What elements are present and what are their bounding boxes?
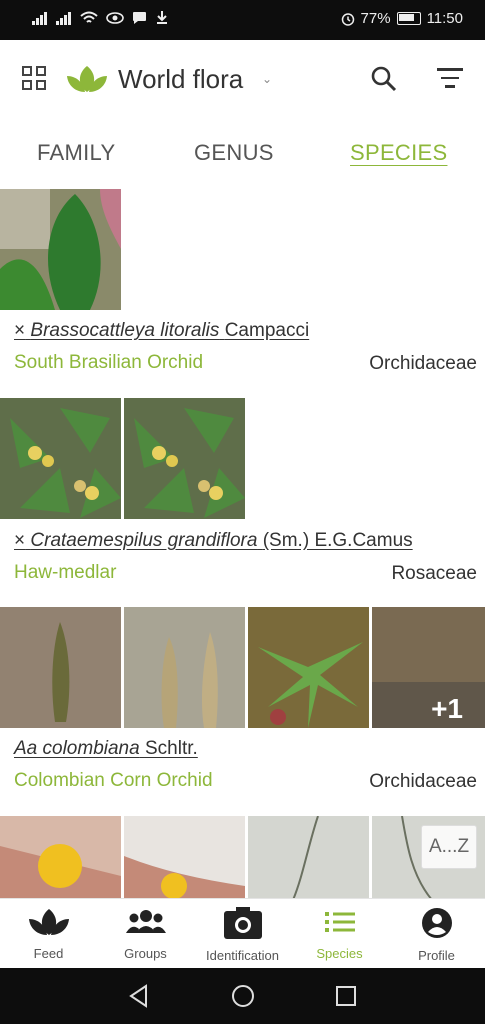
list-icon	[324, 912, 355, 932]
home-icon[interactable]	[231, 984, 255, 1008]
account-icon	[421, 908, 452, 938]
nav-feed[interactable]: Feed	[0, 907, 97, 961]
battery-percent: 77%	[360, 10, 391, 27]
family-name: Orchidaceae	[369, 771, 477, 792]
species-photo[interactable]	[124, 607, 245, 728]
family-name: Orchidaceae	[369, 353, 477, 374]
status-bar: 77% 11:50	[0, 0, 485, 40]
species-photo[interactable]	[0, 189, 121, 310]
nav-label: Groups	[124, 946, 167, 961]
species-photo-more[interactable]: +1	[372, 607, 485, 728]
common-name: South Brasilian Orchid	[14, 352, 204, 373]
grid-icon[interactable]	[22, 66, 48, 92]
alarm-icon	[341, 12, 354, 26]
nav-label: Identification	[206, 948, 279, 963]
common-name: Haw-medlar	[14, 562, 117, 583]
tab-bar: FAMILY GENUS SPECIES	[0, 118, 485, 188]
family-name: Rosaceae	[391, 563, 477, 584]
app-bar: World flora ⌄	[0, 40, 485, 118]
nav-species[interactable]: Species	[291, 907, 388, 961]
filter-icon[interactable]	[437, 68, 463, 94]
nav-identification[interactable]: Identification	[194, 907, 291, 963]
species-photo[interactable]	[248, 607, 369, 728]
more-photos-count: +1	[431, 693, 463, 724]
nav-label: Feed	[33, 946, 64, 961]
species-photo[interactable]	[0, 607, 121, 728]
signal-icon	[32, 11, 48, 25]
search-icon[interactable]	[370, 65, 398, 93]
clock: 11:50	[426, 10, 463, 27]
leaf-icon	[28, 909, 69, 935]
page-title[interactable]: World flora	[118, 64, 243, 95]
people-icon	[125, 910, 166, 933]
species-photo[interactable]	[124, 398, 245, 519]
back-icon[interactable]	[128, 984, 150, 1008]
species-photo[interactable]	[0, 816, 121, 900]
scientific-name[interactable]: × Brassocattleya litoralis Campacci	[14, 320, 309, 342]
nav-label: Species	[316, 946, 363, 961]
system-nav-bar	[0, 968, 485, 1024]
recents-icon[interactable]	[335, 985, 357, 1007]
signal-icon	[56, 11, 72, 25]
alphabet-index-button[interactable]: A...Z	[421, 825, 477, 869]
bottom-nav: Feed Groups Identification Species Profi…	[0, 898, 485, 969]
species-photo[interactable]	[248, 816, 369, 900]
battery-icon	[396, 12, 421, 25]
tab-family[interactable]: FAMILY	[37, 140, 115, 166]
common-name: Colombian Corn Orchid	[14, 770, 213, 791]
leaf-logo-icon	[67, 66, 107, 92]
chat-icon	[133, 11, 146, 24]
scientific-name[interactable]: Aa colombiana Schltr.	[14, 738, 198, 760]
nav-profile[interactable]: Profile	[388, 907, 485, 963]
eye-icon	[106, 11, 124, 24]
wifi-icon	[80, 11, 98, 23]
species-photo[interactable]	[124, 816, 245, 900]
tab-species[interactable]: SPECIES	[350, 140, 447, 166]
species-photo[interactable]	[0, 398, 121, 519]
camera-icon	[223, 907, 262, 939]
nav-label: Profile	[418, 948, 455, 963]
scientific-name[interactable]: × Crataemespilus grandiflora (Sm.) E.G.C…	[14, 530, 413, 552]
chevron-down-icon[interactable]: ⌄	[262, 72, 272, 86]
download-icon	[157, 11, 167, 24]
nav-groups[interactable]: Groups	[97, 907, 194, 961]
tab-genus[interactable]: GENUS	[194, 140, 274, 166]
